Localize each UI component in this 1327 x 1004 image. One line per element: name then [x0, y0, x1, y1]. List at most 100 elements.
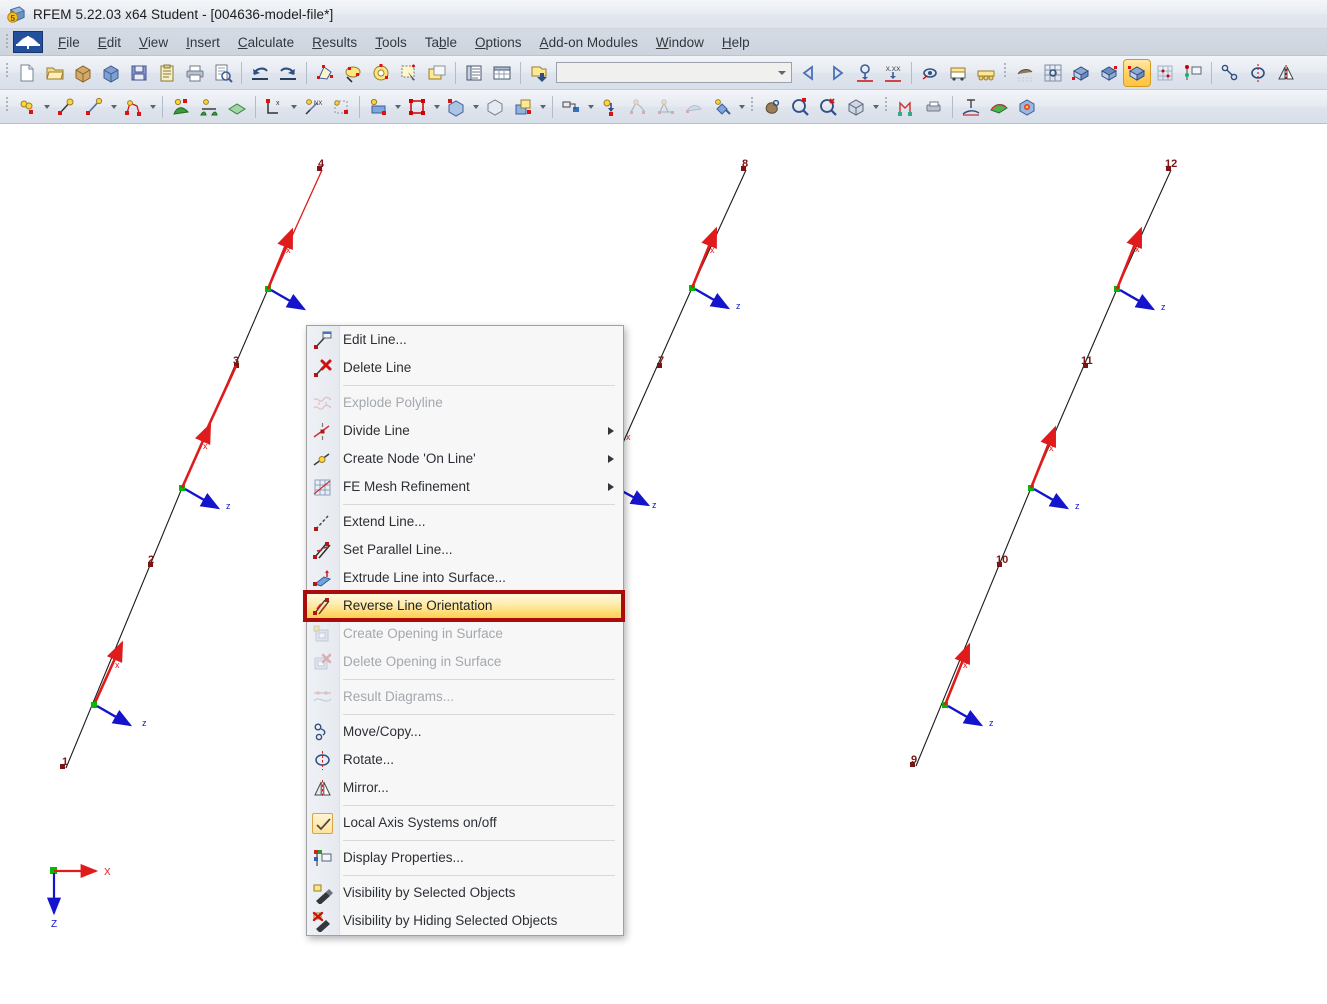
new-line-dropdown[interactable]	[108, 94, 119, 120]
select-objects-icon[interactable]	[340, 60, 366, 86]
menu-item-extrude-line-into-surface[interactable]: Extrude Line into Surface...	[307, 564, 623, 592]
menu-insert[interactable]: Insert	[177, 32, 229, 53]
connect-lines-icon[interactable]	[558, 94, 584, 120]
open-model-icon[interactable]	[98, 60, 124, 86]
menu-options[interactable]: Options	[466, 32, 531, 53]
toolbar-grip[interactable]	[883, 96, 890, 118]
show-values-icon[interactable]: X.XX	[880, 60, 906, 86]
print-icon[interactable]	[182, 60, 208, 86]
mirror-icon[interactable]	[1273, 60, 1299, 86]
clipboard-icon[interactable]	[154, 60, 180, 86]
new-load-dropdown[interactable]	[392, 94, 403, 120]
view-cube-icon[interactable]	[843, 94, 869, 120]
menu-item-create-node-on-line[interactable]: Create Node 'On Line'	[307, 445, 623, 473]
new-nodal-release-icon[interactable]: NX	[300, 94, 326, 120]
menu-window[interactable]: Window	[647, 32, 713, 53]
result-diagram-icon[interactable]	[958, 94, 984, 120]
toolbar-grip[interactable]	[749, 96, 756, 118]
merge-icon[interactable]	[653, 94, 679, 120]
open-file-icon[interactable]	[42, 60, 68, 86]
move-copy-icon[interactable]	[1217, 60, 1243, 86]
new-block-icon[interactable]	[482, 94, 508, 120]
new-object-dropdown[interactable]	[470, 94, 481, 120]
nodal-supports-icon[interactable]	[973, 60, 999, 86]
view-3d-icon[interactable]	[1123, 58, 1151, 87]
table-list-icon[interactable]	[461, 60, 487, 86]
save-icon[interactable]	[126, 60, 152, 86]
import-data-icon[interactable]	[526, 60, 552, 86]
new-load-case-dropdown[interactable]	[431, 94, 442, 120]
pan-icon[interactable]	[759, 94, 785, 120]
view-xz-icon[interactable]	[1096, 60, 1122, 86]
menu-item-rotate[interactable]: Rotate...	[307, 746, 623, 774]
new-line-icon[interactable]	[53, 94, 79, 120]
new-load-case-icon[interactable]	[404, 94, 430, 120]
new-load-icon[interactable]	[365, 94, 391, 120]
new-polyline-dropdown[interactable]	[147, 94, 158, 120]
structure-middle[interactable]: 7 8 x x z z	[619, 158, 748, 510]
structure-left[interactable]: x z x 1 2 3 4 x z	[60, 158, 325, 769]
show-result-icon[interactable]	[917, 60, 943, 86]
menu-calculate[interactable]: Calculate	[229, 32, 303, 53]
toolbar-grip[interactable]	[4, 96, 11, 118]
paint-dropdown[interactable]	[736, 94, 747, 120]
menu-tools[interactable]: Tools	[366, 32, 416, 53]
frame-view-icon[interactable]	[893, 94, 919, 120]
menu-item-extend-line[interactable]: Extend Line...	[307, 508, 623, 536]
menu-view[interactable]: View	[130, 32, 177, 53]
view-cube-dropdown[interactable]	[870, 94, 881, 120]
menu-edit[interactable]: Edit	[89, 32, 130, 53]
model-canvas[interactable]: x z x 1 2 3 4 x z 7 8 x x z z 9 10 11 12…	[0, 125, 1327, 1004]
rotate-icon[interactable]	[1245, 60, 1271, 86]
new-solid-icon[interactable]	[224, 94, 250, 120]
new-opening-dropdown[interactable]	[537, 94, 548, 120]
new-member-icon[interactable]	[196, 94, 222, 120]
new-node-icon[interactable]	[14, 94, 40, 120]
menu-item-reverse-line-orientation[interactable]: Reverse Line Orientation	[307, 592, 623, 620]
open-archive-icon[interactable]	[70, 60, 96, 86]
new-support-dropdown[interactable]	[288, 94, 299, 120]
menu-table[interactable]: Table	[416, 32, 466, 53]
show-deformation-icon[interactable]	[852, 60, 878, 86]
menu-addon-modules[interactable]: Add-on Modules	[531, 32, 647, 53]
menu-help[interactable]: Help	[713, 32, 759, 53]
model-selector-input[interactable]	[557, 63, 791, 82]
view-iso-icon[interactable]	[1068, 60, 1094, 86]
redo-icon[interactable]	[275, 60, 301, 86]
mesh-points-icon[interactable]	[1152, 60, 1178, 86]
selection-rectangle-icon[interactable]	[396, 60, 422, 86]
connect-lines-dropdown[interactable]	[585, 94, 596, 120]
chevron-down-icon[interactable]	[778, 70, 786, 75]
menu-file[interactable]: File	[49, 32, 89, 53]
contour-surface-icon[interactable]	[986, 94, 1012, 120]
model-selector-combobox[interactable]	[556, 62, 792, 83]
print-view-icon[interactable]	[921, 94, 947, 120]
display-properties-icon[interactable]	[1180, 60, 1206, 86]
fe-mesh-icon[interactable]	[1040, 60, 1066, 86]
menu-item-divide-line[interactable]: Divide Line	[307, 417, 623, 445]
intersect-icon[interactable]	[625, 94, 651, 120]
menu-item-mirror[interactable]: Mirror...	[307, 774, 623, 802]
menu-item-visibility-by-selected-objects[interactable]: Visibility by Selected Objects	[307, 879, 623, 907]
numeric-values-icon[interactable]	[945, 60, 971, 86]
new-surface-icon[interactable]	[168, 94, 194, 120]
snap-icon[interactable]	[597, 94, 623, 120]
select-special-icon[interactable]	[368, 60, 394, 86]
menu-results[interactable]: Results	[303, 32, 366, 53]
structure-right[interactable]: 9 10 11 12 x z x z x z	[910, 158, 1177, 767]
toolbar-grip[interactable]	[4, 62, 11, 84]
menu-bar-grip[interactable]	[3, 33, 12, 51]
menu-item-delete-line[interactable]: Delete Line	[307, 354, 623, 382]
zoom-in-icon[interactable]	[787, 94, 813, 120]
new-opening-icon[interactable]	[510, 94, 536, 120]
loads-icon[interactable]	[1012, 60, 1038, 86]
surface-tool-icon[interactable]	[681, 94, 707, 120]
new-line-dimension-icon[interactable]	[81, 94, 107, 120]
undo-icon[interactable]	[247, 60, 273, 86]
print-preview-icon[interactable]	[210, 60, 236, 86]
render-model-icon[interactable]	[312, 60, 338, 86]
menu-item-local-axis-systems-toggle[interactable]: Local Axis Systems on/off	[307, 809, 623, 837]
open-window-icon[interactable]	[424, 60, 450, 86]
line-context-menu[interactable]: Edit Line... Delete Line Explode Polylin…	[303, 325, 625, 936]
new-file-icon[interactable]	[14, 60, 40, 86]
